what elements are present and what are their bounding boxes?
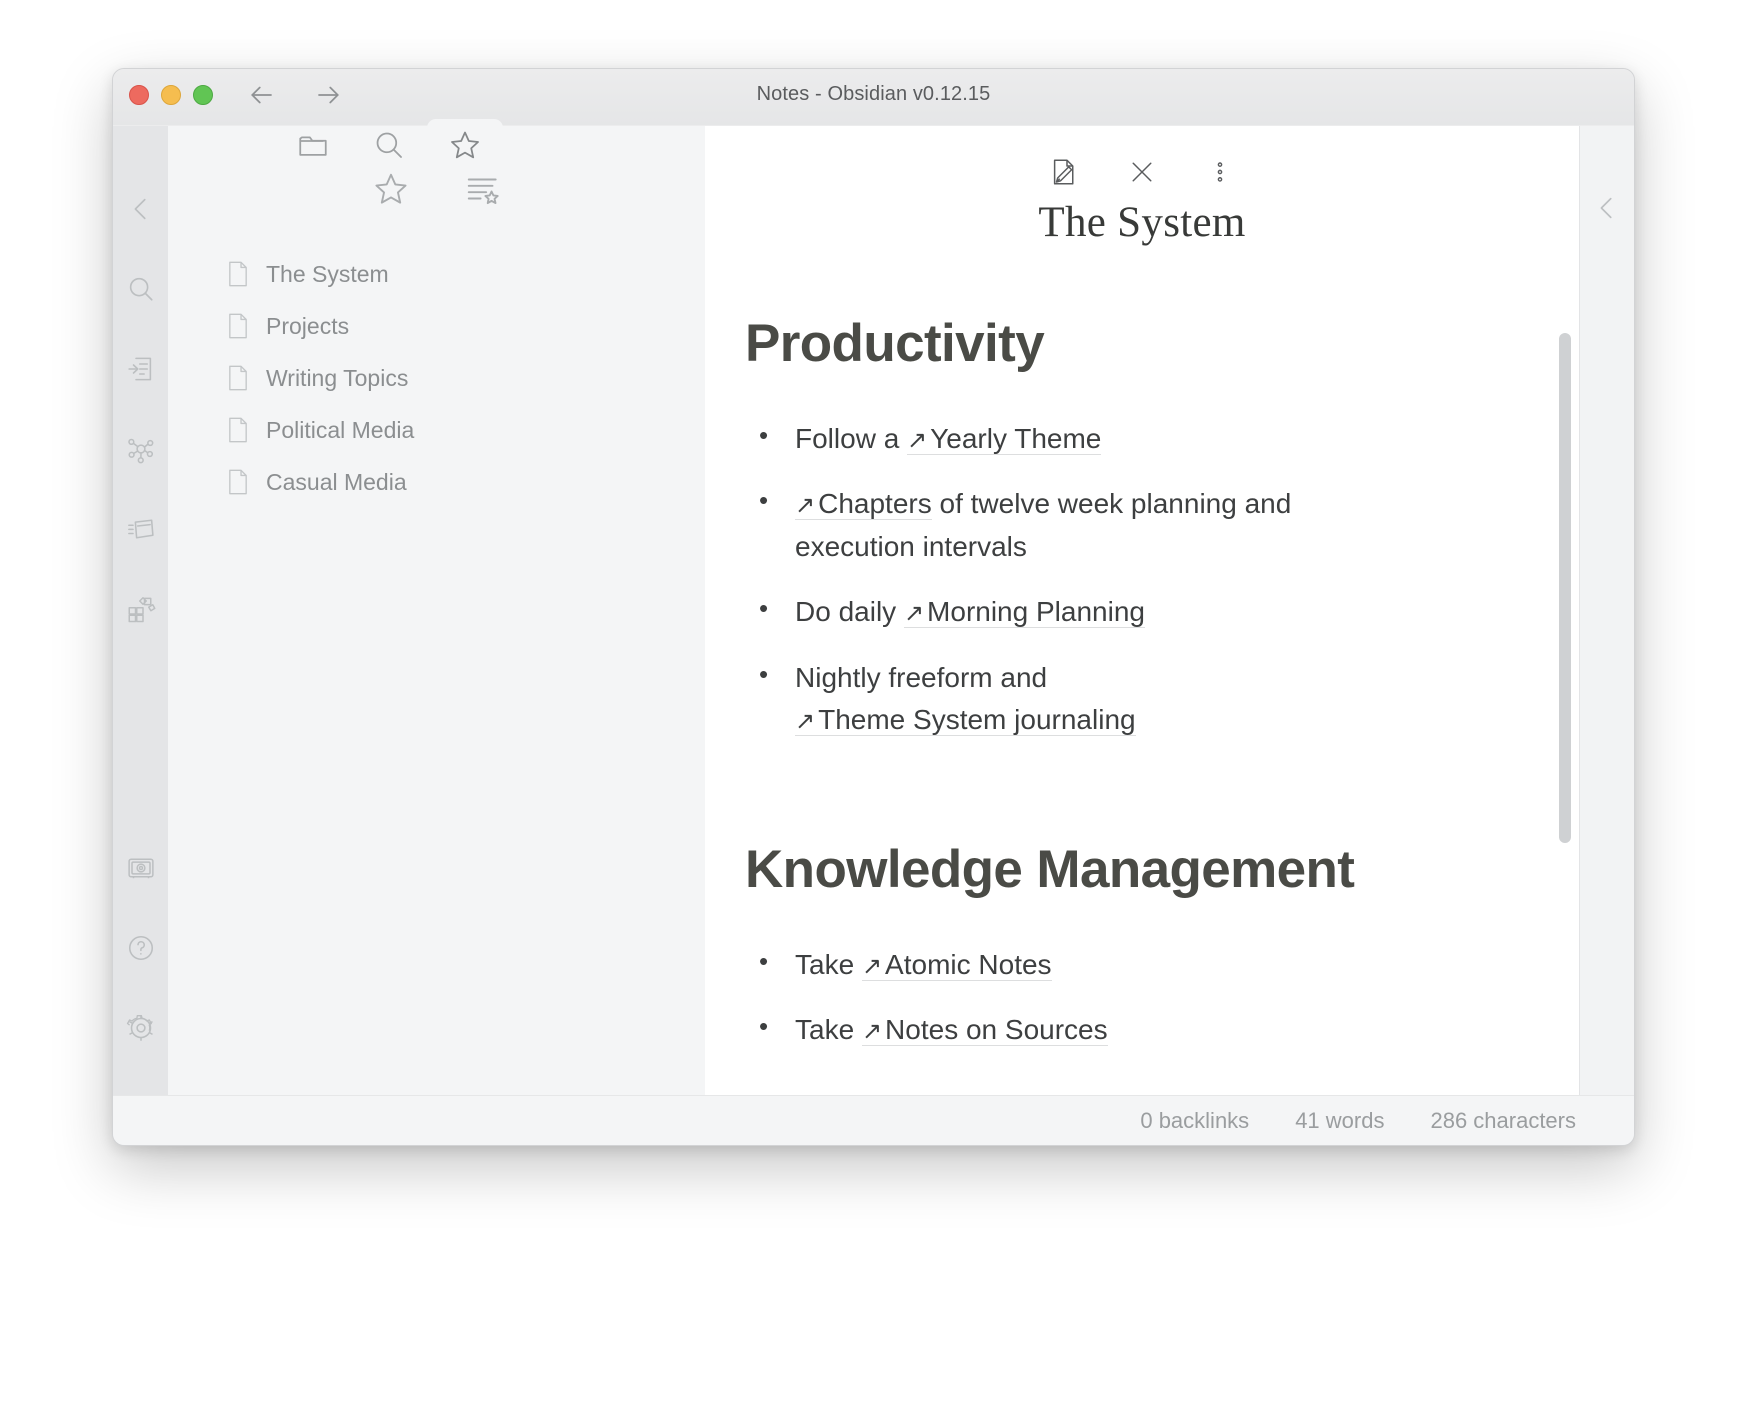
internal-link-label: Morning Planning — [927, 596, 1145, 628]
list-item[interactable]: Writing Topics — [168, 352, 705, 404]
bullet-list-productivity: Follow a ↗Yearly Theme ↗Chapters of twel… — [745, 416, 1555, 742]
internal-link[interactable]: ↗ Yearly Theme — [907, 422, 1102, 455]
bullet-text: Do daily — [795, 596, 904, 628]
list-item[interactable]: Casual Media — [168, 456, 705, 508]
more-vertical-icon[interactable] — [1200, 152, 1240, 192]
bullet-text: Take — [795, 948, 862, 980]
left-ribbon — [113, 126, 168, 1095]
link-arrow-icon: ↗ — [795, 492, 816, 520]
window-titlebar: Notes - Obsidian v0.12.15 — [113, 69, 1634, 126]
document-icon — [226, 312, 250, 340]
list-item[interactable]: Projects — [168, 300, 705, 352]
note-action-bar — [705, 152, 1579, 192]
list-item-label: Political Media — [266, 416, 415, 443]
bullet-text: Take — [795, 1014, 862, 1046]
star-icon[interactable] — [369, 167, 413, 211]
list-item: ↗Chapters of twelve week planning and ex… — [745, 481, 1345, 568]
edit-document-icon[interactable] — [1044, 152, 1084, 192]
daily-note-icon[interactable] — [118, 506, 164, 552]
status-bar: 0 backlinks 41 words 286 characters — [113, 1095, 1634, 1145]
close-icon[interactable] — [1122, 152, 1162, 192]
document-icon — [226, 260, 250, 288]
internal-link[interactable]: ↗ Morning Planning — [903, 596, 1145, 629]
list-item[interactable]: The System — [168, 248, 705, 300]
bullet-text: Follow a — [795, 422, 908, 454]
tab-starred[interactable] — [427, 119, 503, 171]
list-item-label: Writing Topics — [266, 364, 409, 391]
internal-link-label: Theme System journaling — [818, 704, 1136, 736]
heading-knowledge-management: Knowledge Management — [745, 839, 1355, 899]
command-palette-icon[interactable] — [118, 586, 164, 632]
list-item: Do daily ↗Morning Planning — [745, 589, 1345, 634]
link-arrow-icon: ↗ — [861, 952, 883, 980]
note-title: The System — [1038, 199, 1246, 246]
list-item: Take ↗Notes on Sources — [745, 1007, 1345, 1052]
internal-link-label: Chapters — [818, 488, 932, 520]
link-arrow-icon: ↗ — [861, 1018, 883, 1046]
internal-link[interactable]: ↗ Theme System journaling — [795, 704, 1136, 737]
list-item-label: Projects — [266, 312, 350, 339]
sidebar-tab-strip — [275, 119, 503, 171]
heading-productivity: Productivity — [745, 314, 1045, 373]
status-backlinks[interactable]: 0 backlinks — [1140, 1108, 1249, 1134]
list-star-icon[interactable] — [461, 167, 505, 211]
link-arrow-icon: ↗ — [907, 426, 928, 454]
list-item: Nightly freeform and ↗Theme System journ… — [745, 655, 1345, 742]
window-title: Notes - Obsidian v0.12.15 — [756, 83, 991, 105]
note-content: Productivity Follow a ↗Yearly Theme ↗Cha… — [745, 316, 1555, 1095]
link-arrow-icon: ↗ — [903, 600, 925, 628]
obsidian-window: Notes - Obsidian v0.12.15 The System Pro… — [112, 68, 1635, 1146]
list-item: Take ↗Atomic Notes — [745, 942, 1345, 987]
graph-icon[interactable] — [118, 426, 164, 472]
internal-link[interactable]: ↗ Atomic Notes — [861, 948, 1052, 981]
window-body: The System Projects Writing Topics Polit… — [113, 126, 1634, 1095]
internal-link-label: Atomic Notes — [885, 948, 1052, 980]
list-item-label: Casual Media — [266, 468, 407, 495]
internal-link[interactable]: ↗ Notes on Sources — [861, 1014, 1108, 1047]
bullet-text: Nightly freeform and — [795, 661, 1048, 693]
right-rail — [1579, 126, 1634, 1095]
internal-link-label: Yearly Theme — [930, 422, 1102, 454]
help-icon[interactable] — [118, 925, 164, 971]
tab-files[interactable] — [275, 119, 351, 171]
collapse-sidebar-icon[interactable] — [118, 186, 164, 232]
starred-file-list: The System Projects Writing Topics Polit… — [168, 234, 705, 508]
collapse-right-sidebar-icon[interactable] — [1585, 186, 1629, 230]
internal-link-label: Notes on Sources — [885, 1014, 1108, 1046]
search-icon[interactable] — [118, 266, 164, 312]
list-item: Follow a ↗Yearly Theme — [745, 416, 1345, 461]
vault-icon[interactable] — [118, 845, 164, 891]
internal-link[interactable]: ↗ Chapters — [795, 488, 932, 521]
tab-search[interactable] — [351, 119, 427, 171]
note-scrollbar[interactable] — [1559, 333, 1571, 843]
list-item-label: The System — [266, 260, 389, 287]
document-icon — [226, 468, 250, 496]
note-pane: The System Productivity Follow a ↗Yearly… — [705, 126, 1579, 1095]
list-item[interactable]: Political Media — [168, 404, 705, 456]
desktop-background: Notes - Obsidian v0.12.15 The System Pro… — [0, 0, 1746, 1422]
bullet-list-knowledge-management: Take ↗Atomic Notes Take ↗Notes on Source… — [745, 942, 1555, 1052]
document-icon — [226, 416, 250, 444]
starred-pane: The System Projects Writing Topics Polit… — [168, 126, 705, 1095]
link-arrow-icon: ↗ — [795, 708, 816, 736]
status-word-count[interactable]: 41 words — [1295, 1108, 1384, 1134]
document-icon — [226, 364, 250, 392]
gear-icon[interactable] — [118, 1005, 164, 1051]
quick-switcher-icon[interactable] — [118, 346, 164, 392]
status-char-count[interactable]: 286 characters — [1430, 1108, 1576, 1134]
